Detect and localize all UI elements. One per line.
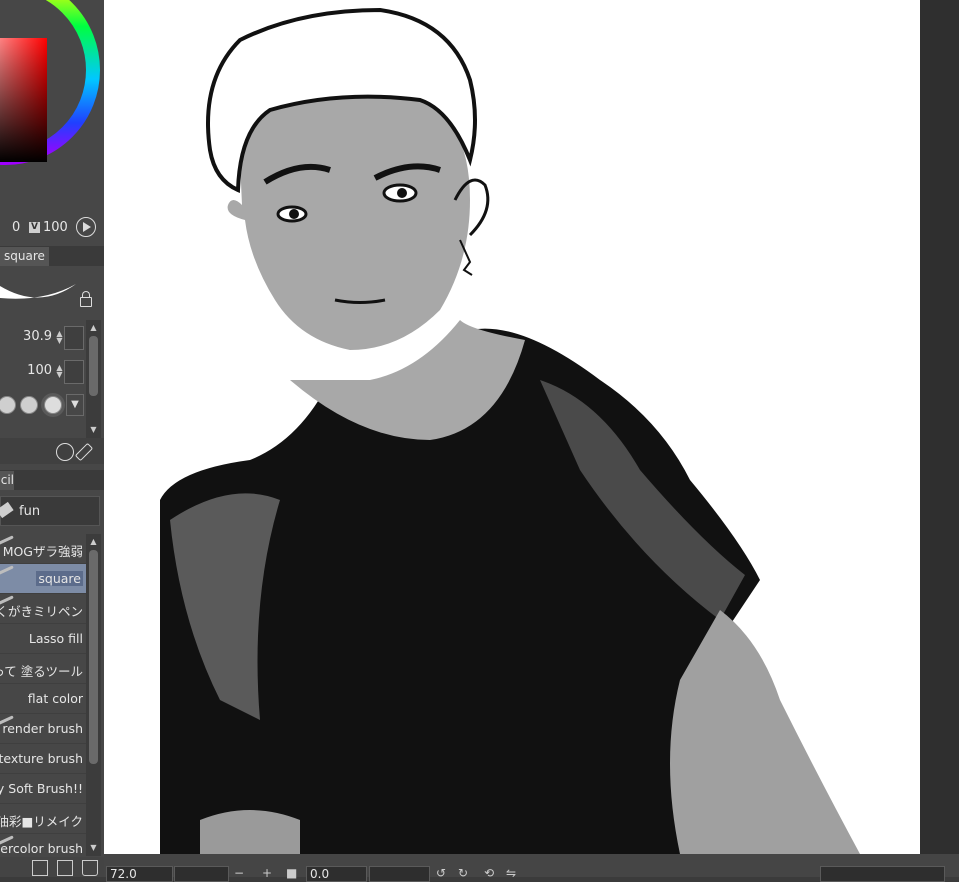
wrench-icon[interactable] <box>74 442 94 462</box>
timer-icon[interactable] <box>56 443 74 461</box>
eraser-icon <box>0 501 14 519</box>
sub-tool-item-label: ぶ油彩■リメイク <box>0 814 83 829</box>
scroll-thumb[interactable] <box>89 550 98 764</box>
import-icon[interactable] <box>32 860 48 876</box>
sub-tool-item-label: square <box>36 571 83 586</box>
opacity-value[interactable]: 100 <box>27 363 52 378</box>
anti-alias-weak-option[interactable] <box>20 396 38 414</box>
color-wheel[interactable] <box>0 0 104 220</box>
trash-icon[interactable] <box>82 860 98 876</box>
sub-tool-item-selected[interactable]: square <box>0 564 86 594</box>
duplicate-icon[interactable] <box>57 860 73 876</box>
scroll-down-icon[interactable]: ▼ <box>88 424 99 435</box>
sub-tool-item[interactable]: Lasso fill <box>0 624 86 654</box>
sub-tool-item[interactable]: って 塗るツール <box>0 654 86 684</box>
sub-tool-item[interactable]: dy Soft Brush!! <box>0 774 86 804</box>
drawing-canvas[interactable] <box>104 0 920 854</box>
sub-tool-item-label: って 塗るツール <box>0 664 83 679</box>
hsv-values: 0 V 100 <box>0 217 104 239</box>
sub-tool-item-label: E render brush <box>0 721 83 736</box>
sub-tool-item[interactable]: MOGザラ強弱 <box>0 534 86 564</box>
sub-tool-item[interactable]: らくがきミリペン <box>0 594 86 624</box>
opacity-spinner-icon[interactable]: ▲ ▼ <box>55 364 64 379</box>
artwork-illustration <box>160 7 860 854</box>
sub-tool-footer <box>0 857 104 877</box>
brush-size-spinner-icon[interactable]: ▲ ▼ <box>55 330 64 345</box>
opacity-toggle-button[interactable] <box>64 360 84 384</box>
saturation-value: 0 <box>12 220 21 235</box>
sub-tool-item-label: flat color <box>27 691 83 706</box>
sub-tool-item[interactable]: E render brush <box>0 714 86 744</box>
tool-property-tabbar: square <box>0 246 104 266</box>
zoom-slider[interactable] <box>174 866 229 882</box>
sub-tool-item-label: Lasso fill <box>28 631 83 646</box>
tool-property-footer <box>0 438 104 464</box>
anti-alias-selector: ▼ <box>0 388 86 420</box>
sub-tool-item-label: tercolor brush <box>0 841 83 856</box>
zoom-field[interactable]: 72.0 <box>106 866 173 882</box>
rotation-field[interactable]: 0.0 <box>306 866 367 882</box>
brush-size-row: 30.9 ▲ ▼ <box>0 322 86 352</box>
sub-tool-item[interactable]: flat color <box>0 684 86 714</box>
pressure-toggle-button[interactable] <box>64 326 84 350</box>
brush-size-value[interactable]: 30.9 <box>23 329 52 344</box>
horizontal-scrollbar[interactable] <box>820 866 945 882</box>
tool-property-scrollbar[interactable]: ▲ ▼ <box>86 320 101 438</box>
play-icon[interactable] <box>76 217 96 237</box>
anti-alias-medium-option[interactable] <box>44 396 62 414</box>
sub-tool-item-label: らくがきミリペン <box>0 604 83 619</box>
brush-stroke-icon <box>0 565 14 576</box>
sub-tool-item[interactable]: ぶ油彩■リメイク <box>0 804 86 834</box>
tab-tool-property[interactable]: square <box>0 247 49 266</box>
anti-alias-none-option[interactable] <box>0 396 16 414</box>
sub-tool-item-label: MOGザラ強弱 <box>2 544 83 559</box>
scroll-thumb[interactable] <box>89 336 98 396</box>
sub-tool-item[interactable]: e texture brush <box>0 744 86 774</box>
sub-tool-scrollbar[interactable]: ▲ ▼ <box>86 534 101 856</box>
left-panel: 0 V 100 square 30.9 ▲ ▼ 100 ▲ ▼ ▼ ▲ ▼ ci… <box>0 0 104 877</box>
sub-tool-item-label: dy Soft Brush!! <box>0 781 83 796</box>
value-value: 100 <box>43 220 68 235</box>
chevron-down-icon[interactable]: ▼ <box>66 394 84 416</box>
rotation-slider[interactable] <box>369 866 430 882</box>
opacity-row: 100 ▲ ▼ <box>0 356 86 386</box>
scroll-down-icon[interactable]: ▼ <box>88 842 99 853</box>
sub-tool-group-label: fun <box>19 504 41 519</box>
canvas-status-bar: 72.0 − + ■ 0.0 ↺ ↻ ⟲ ⇋ <box>104 854 959 882</box>
sub-tool-group[interactable]: fun <box>0 496 100 526</box>
scroll-up-icon[interactable]: ▲ <box>88 322 99 333</box>
tab-sub-tool[interactable]: cil <box>0 471 14 490</box>
sub-tool-item-label: e texture brush <box>0 751 83 766</box>
lock-icon[interactable] <box>80 291 92 307</box>
sub-tool-tabbar: cil <box>0 470 104 490</box>
right-gutter <box>920 0 959 854</box>
value-badge: V <box>29 222 40 233</box>
scroll-up-icon[interactable]: ▲ <box>88 536 99 547</box>
